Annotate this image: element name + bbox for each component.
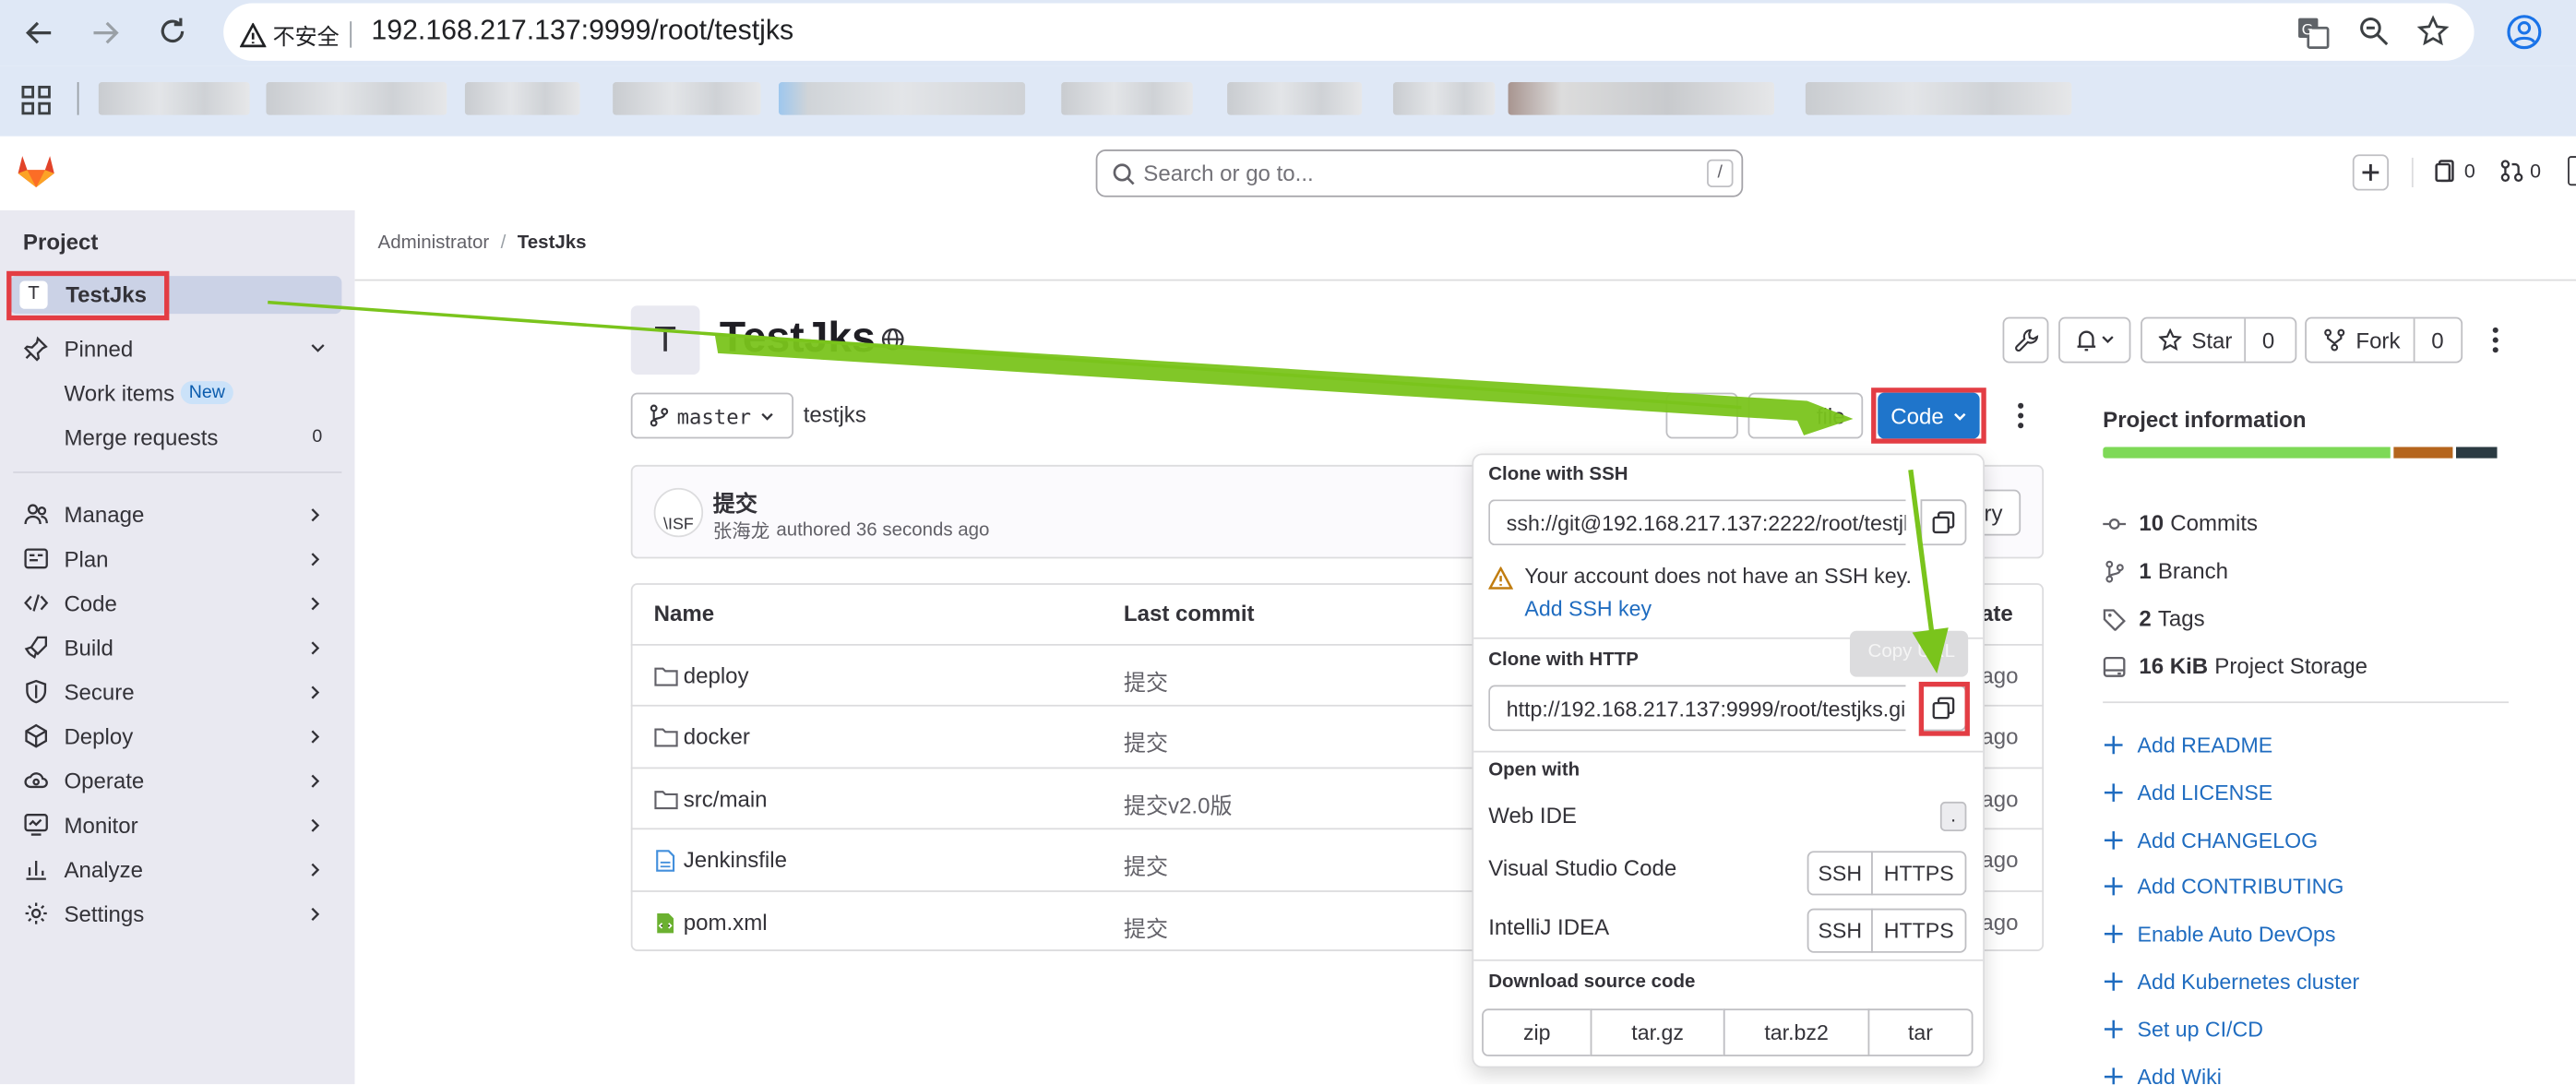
annotation-arrow [1912, 627, 1949, 674]
annotation-arrows [268, 300, 1949, 674]
annotation-arrow [714, 333, 1854, 435]
annotation-arrow [1908, 469, 1935, 635]
